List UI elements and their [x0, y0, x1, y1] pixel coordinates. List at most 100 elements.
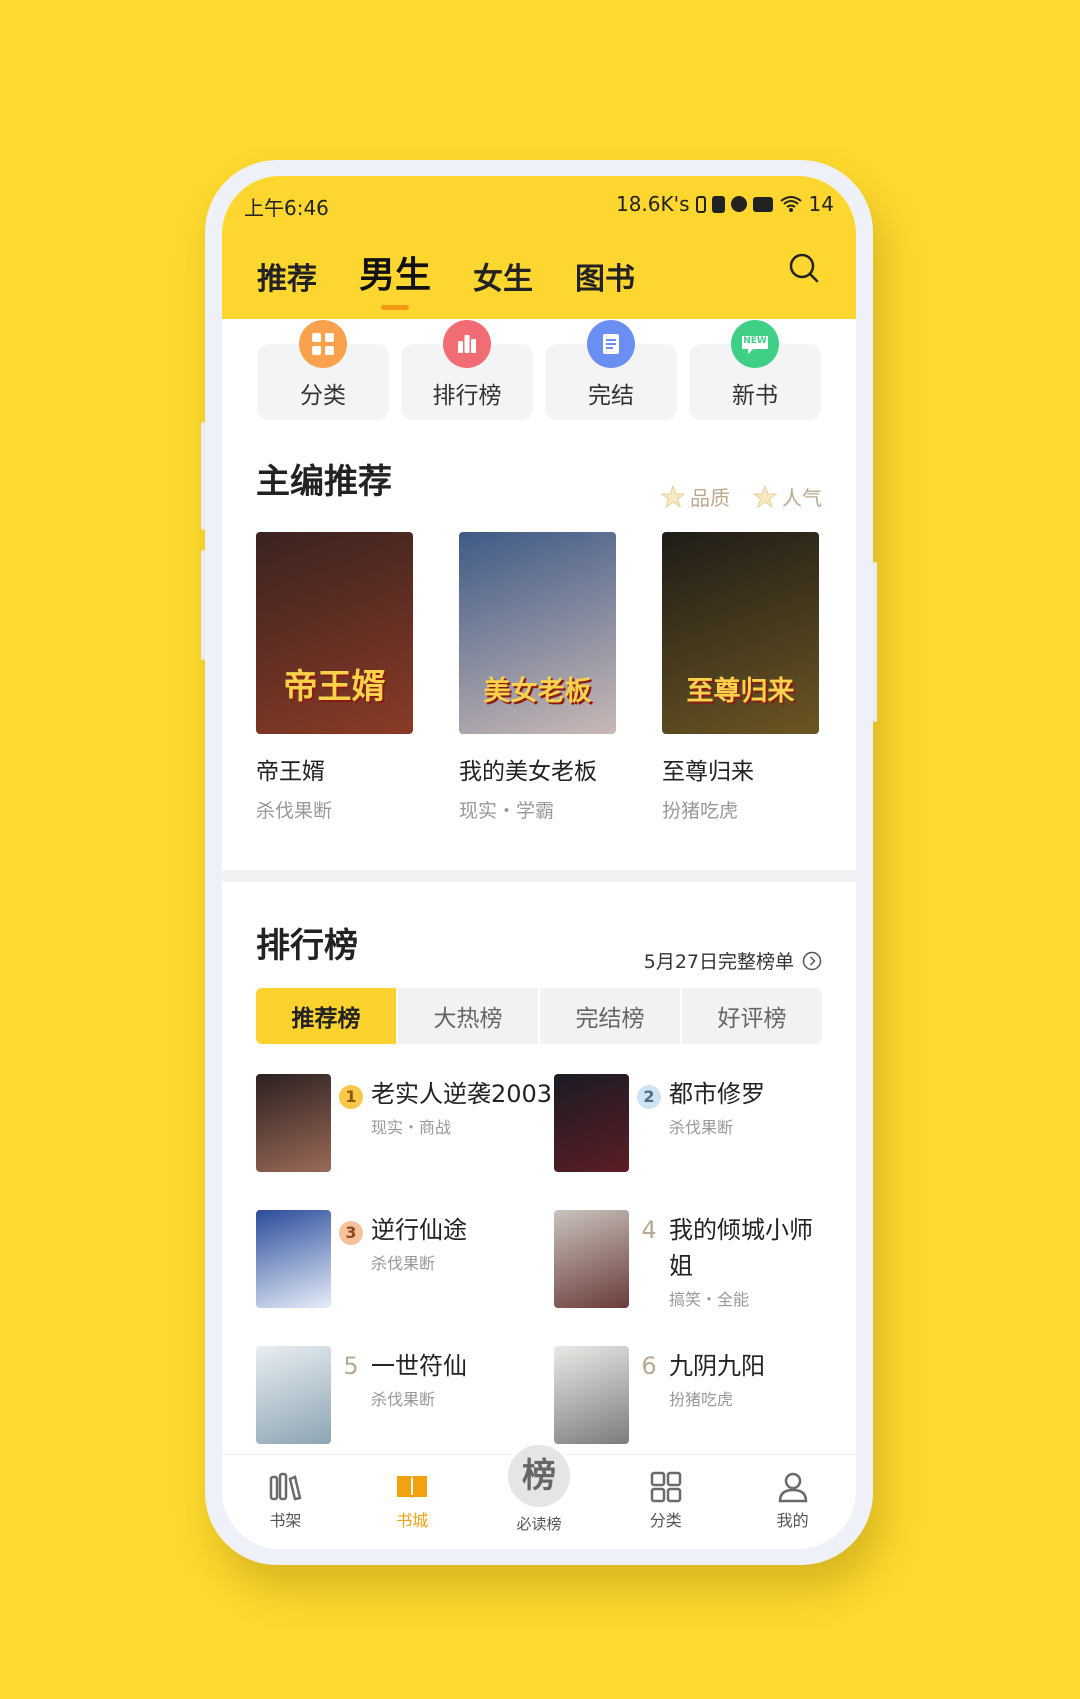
rank-medal-icon: 2 — [637, 1085, 661, 1109]
book-cover: 至尊归来 — [662, 532, 819, 734]
book-tags: 搞笑・全能 — [669, 1290, 750, 1309]
nav-label: 必读榜 — [516, 1515, 562, 1533]
rank-number: 4 — [641, 1216, 657, 1244]
book-tags: 扮猪吃虎 — [662, 800, 739, 822]
alarm-icon — [730, 196, 747, 212]
book-tags: 杀伐果断 — [371, 1390, 436, 1409]
section-title-ranking: 排行榜 — [256, 926, 358, 966]
star-icon — [752, 484, 778, 508]
volume-button — [201, 422, 205, 530]
phone-frame: 上午6:46 18.6K's 14 推荐 男生 女生 图书 分类 排行榜 完结 NEW 新书 … — [201, 160, 877, 1565]
book-card[interactable]: 美女老板我的美女老板现实・学霸 — [459, 532, 616, 823]
tab-channel[interactable]: 图书 — [575, 254, 635, 298]
book-cover — [256, 1074, 331, 1172]
book-title: 我的美女老板 — [459, 759, 597, 785]
tab-channel[interactable]: 男生 — [359, 246, 431, 310]
quick-entries: 分类 排行榜 完结 NEW 新书 — [257, 320, 821, 420]
book-card[interactable]: 至尊归来 至尊归来 扮猪吃虎 — [662, 532, 819, 823]
nav-label: 分类 — [649, 1511, 682, 1530]
quick-entry-label: 分类 — [300, 383, 346, 409]
quick-entry-label: 完结 — [588, 383, 634, 409]
cover-title: 美女老板 — [483, 676, 592, 707]
quick-entry[interactable]: NEW 新书 — [689, 320, 821, 420]
book-tags: 杀伐果断 — [256, 800, 333, 822]
book-title: 我的倾城小师姐 — [669, 1216, 813, 1280]
channel-tabs: 推荐 男生 女生 图书 — [257, 246, 677, 310]
nav-label: 书架 — [269, 1511, 302, 1530]
book-title: 老实人逆袭2003 — [371, 1080, 553, 1108]
signal-icon — [752, 196, 773, 212]
ranking-item[interactable]: 4 我的倾城小师姐搞笑・全能 — [554, 1210, 822, 1346]
book-tags: 现实・学霸 — [459, 800, 555, 822]
rank-medal-icon: 1 — [339, 1085, 363, 1109]
nav-item[interactable]: 书架 — [222, 1455, 349, 1549]
book-cover — [554, 1074, 629, 1172]
book-card[interactable]: 帝王婿 帝王婿 杀伐果断 — [256, 532, 413, 823]
app-screen: 上午6:46 18.6K's 14 推荐 男生 女生 图书 分类 排行榜 完结 NEW 新书 … — [222, 176, 856, 1549]
book-tags: 现实・商战 — [371, 1118, 452, 1137]
book-cover: 帝王婿 — [256, 532, 413, 734]
category-icon — [602, 1471, 729, 1503]
category-icon — [299, 320, 347, 368]
chevron-right-circle-icon — [802, 951, 822, 970]
rank-medal-icon: 3 — [339, 1221, 363, 1245]
ranking-tab[interactable]: 好评榜 — [682, 988, 822, 1044]
ranking-list: 1 老实人逆袭2003 现实・商战 2 都市修罗 杀伐果断 3 逆行仙途 杀伐果断 4 我的倾城小师… — [256, 1074, 822, 1482]
quick-entry[interactable]: 分类 — [257, 320, 389, 420]
tag-label: 人气 — [782, 486, 822, 510]
completed-icon — [587, 320, 635, 368]
book-title: 帝王婿 — [256, 759, 325, 785]
nav-item[interactable]: 我的 — [729, 1455, 856, 1549]
bluetooth-icon — [695, 195, 706, 213]
nav-item[interactable]: 榜必读榜 — [476, 1441, 603, 1549]
section-title-editor: 主编推荐 — [256, 462, 392, 502]
quick-entry[interactable]: 完结 — [545, 320, 677, 420]
ranking-icon — [443, 320, 491, 368]
full-ranking-link[interactable]: 5月27日完整榜单 — [644, 947, 822, 974]
section-divider — [222, 870, 856, 882]
ranking-item[interactable]: 3 逆行仙途杀伐果断 — [256, 1210, 554, 1346]
book-tags: 杀伐果断 — [669, 1118, 734, 1137]
ranking-item[interactable]: 2 都市修罗杀伐果断 — [554, 1074, 822, 1210]
editor-filter-tags: 品质 人气 — [660, 482, 822, 511]
tag-popularity[interactable]: 人气 — [752, 482, 822, 511]
power-button — [873, 562, 877, 722]
volume-button — [201, 550, 205, 660]
search-icon[interactable] — [788, 252, 820, 284]
book-title: 都市修罗 — [669, 1080, 765, 1108]
book-title: 九阴九阳 — [669, 1352, 765, 1380]
ranking-tabs: 推荐榜 大热榜 完结榜 好评榜 — [256, 988, 822, 1044]
cover-title: 帝王婿 — [283, 667, 386, 707]
bottom-nav: 书架 书城榜必读榜 分类 我的 — [222, 1441, 856, 1549]
nav-item[interactable]: 分类 — [602, 1455, 729, 1549]
book-title: 逆行仙途 — [371, 1216, 467, 1244]
book-cover — [256, 1346, 331, 1444]
book-cover: 美女老板 — [459, 532, 616, 734]
bookstore-icon — [349, 1471, 476, 1503]
book-tags: 杀伐果断 — [371, 1254, 436, 1273]
header: 上午6:46 18.6K's 14 推荐 男生 女生 图书 — [222, 176, 856, 319]
wifi-icon — [779, 196, 802, 212]
quick-entry-label: 排行榜 — [432, 383, 502, 409]
bookshelf-icon — [222, 1471, 349, 1503]
status-time: 上午6:46 — [244, 196, 329, 220]
ranking-item[interactable]: 1 老实人逆袭2003 现实・商战 — [256, 1074, 554, 1210]
full-ranking-label: 5月27日完整榜单 — [643, 951, 794, 973]
book-title: 一世符仙 — [371, 1352, 467, 1380]
tag-quality[interactable]: 品质 — [660, 482, 730, 511]
tab-channel[interactable]: 推荐 — [257, 254, 317, 298]
book-tags: 扮猪吃虎 — [669, 1390, 734, 1409]
editor-picks: 帝王婿 帝王婿 杀伐果断 美女老板 我的美女老板 现实・学霸 至尊归来 至尊归来 扮猪吃虎 — [256, 532, 819, 823]
star-icon — [660, 484, 686, 508]
cover-title: 至尊归来 — [686, 676, 795, 707]
quick-entry[interactable]: 排行榜 — [401, 320, 533, 420]
quick-entry-label: 新书 — [732, 383, 778, 409]
nav-item[interactable]: 书城 — [349, 1455, 476, 1549]
tab-channel[interactable]: 女生 — [473, 254, 533, 298]
ranking-tab[interactable]: 完结榜 — [540, 988, 682, 1044]
network-speed: 18.6K's — [615, 192, 690, 216]
status-bar: 上午6:46 18.6K's 14 — [244, 192, 834, 222]
ranking-tab[interactable]: 大热榜 — [398, 988, 540, 1044]
rank-icon: 榜 — [503, 1441, 574, 1511]
ranking-tab[interactable]: 推荐榜 — [256, 988, 398, 1044]
